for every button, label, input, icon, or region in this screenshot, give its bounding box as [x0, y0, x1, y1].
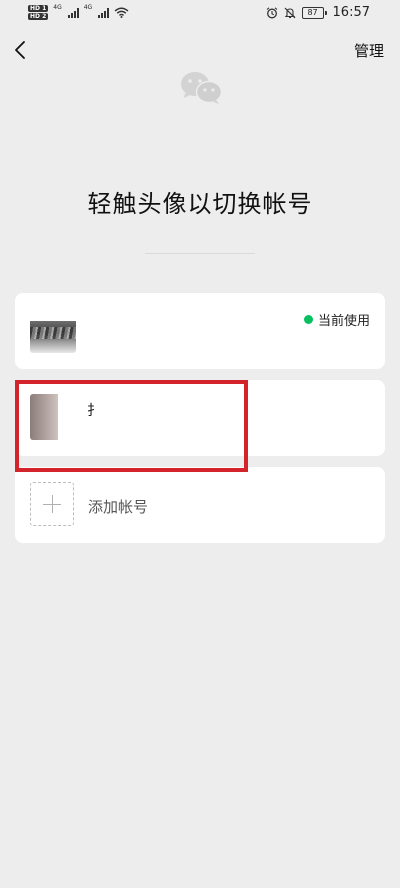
- manage-button[interactable]: 管理: [354, 40, 384, 61]
- signal-icon-2: [98, 7, 110, 18]
- battery-level: 87: [301, 6, 324, 19]
- hd-badge-1: HD 1: [28, 5, 49, 12]
- alarm-icon: [266, 6, 277, 18]
- status-left-icons: HD 1 HD 2 4G 4G: [28, 5, 129, 20]
- status-time: 16:57: [332, 5, 370, 20]
- bell-off-icon: [284, 7, 295, 18]
- chevron-left-icon: [15, 41, 25, 59]
- account-card-other[interactable]: 扌: [15, 380, 385, 456]
- back-button[interactable]: [10, 38, 34, 62]
- redaction-mask: [103, 398, 193, 438]
- current-status: 当前使用: [303, 310, 370, 329]
- hd-indicators: HD 1 HD 2: [28, 5, 49, 20]
- status-bar: HD 1 HD 2 4G 4G 87 16:57: [0, 0, 400, 28]
- network-type-2: 4G: [83, 4, 93, 11]
- page-title: 轻触头像以切换帐号: [87, 190, 313, 218]
- plus-icon[interactable]: [30, 482, 74, 526]
- battery-indicator: 87: [301, 6, 327, 19]
- add-account-card[interactable]: 添加帐号: [15, 467, 385, 543]
- avatar-other-account[interactable]: [30, 394, 76, 440]
- network-type-1: 4G: [53, 4, 62, 11]
- signal-icon-1: [67, 7, 79, 18]
- account-card-current[interactable]: 当前使用: [15, 293, 385, 369]
- hd-badge-2: HD 2: [28, 13, 49, 20]
- avatar-current-account[interactable]: [30, 307, 76, 353]
- wechat-logo-icon: [181, 72, 223, 104]
- active-dot-icon: [303, 315, 313, 324]
- add-account-label: 添加帐号: [88, 498, 149, 516]
- account-name-other: 扌: [87, 403, 101, 419]
- status-right-icons: 87 16:57: [266, 5, 370, 20]
- wifi-icon: [114, 7, 129, 18]
- title-divider: [145, 253, 255, 254]
- current-status-label: 当前使用: [317, 314, 370, 329]
